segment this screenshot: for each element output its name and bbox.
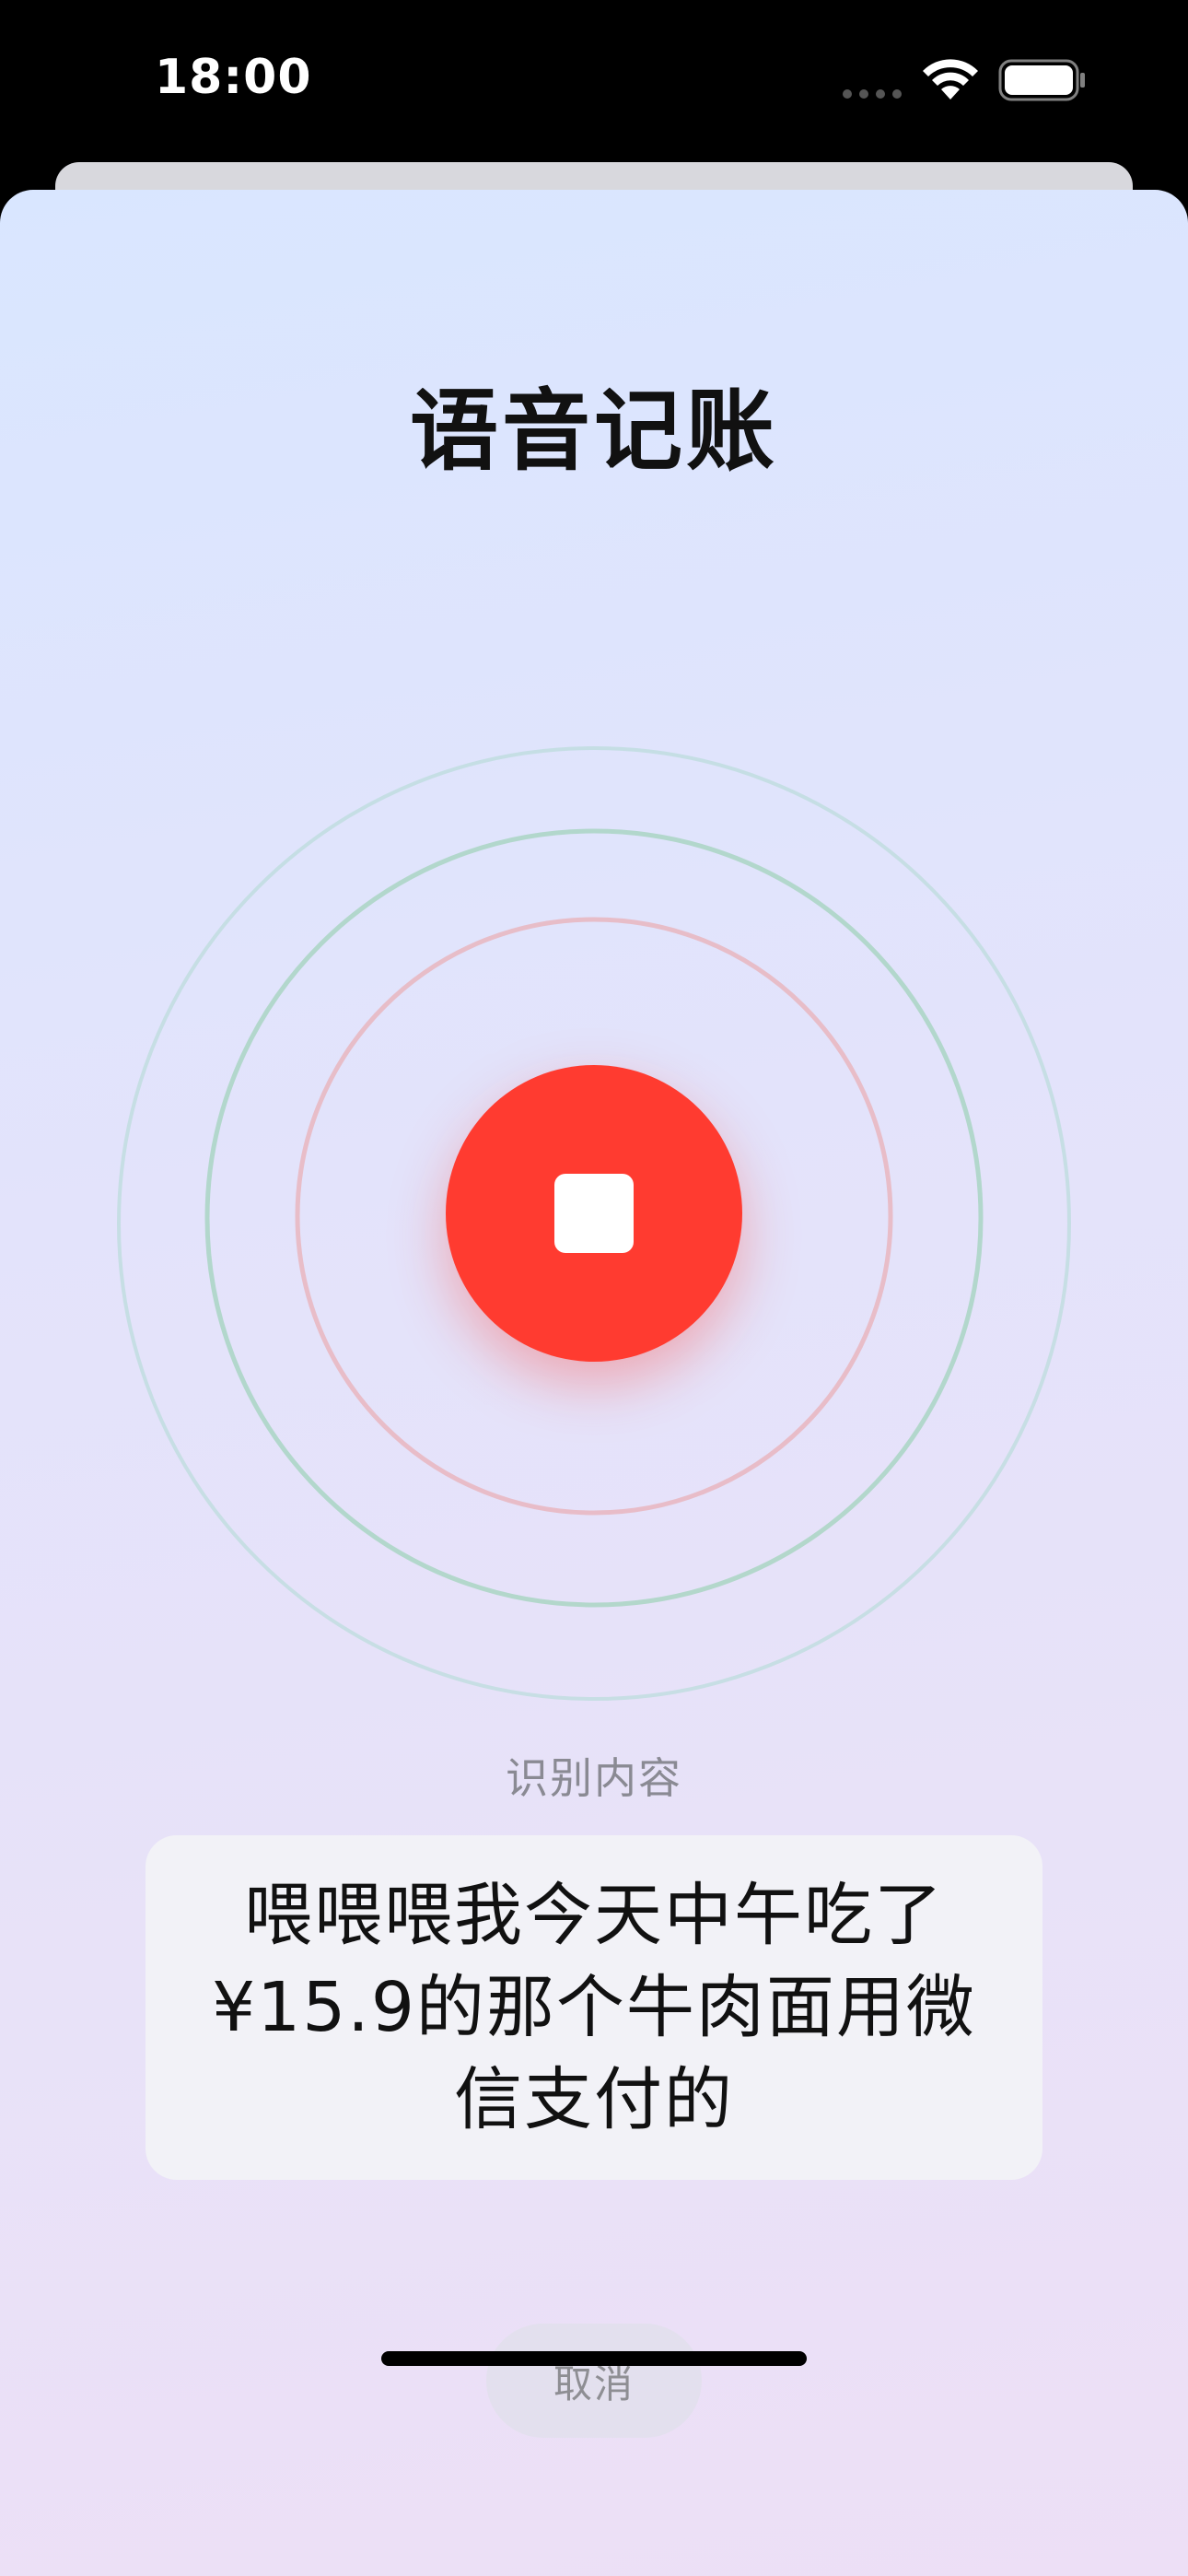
voice-entry-sheet: 语音记账 识别内容 喂喂喂我今天中午吃了¥15.9的那个牛肉面用微信支付的 取消 [0, 190, 1188, 2576]
recognition-box: 喂喂喂我今天中午吃了¥15.9的那个牛肉面用微信支付的 [146, 1835, 1042, 2180]
stop-recording-button[interactable] [446, 1065, 742, 1362]
home-indicator [381, 2351, 807, 2366]
status-time: 18:00 [155, 50, 312, 105]
status-bar: 18:00 [0, 0, 1188, 166]
recognition-text: 喂喂喂我今天中午吃了¥15.9的那个牛肉面用微信支付的 [212, 1876, 976, 2139]
cancel-button[interactable]: 取消 [486, 2324, 702, 2438]
battery-icon [998, 59, 1085, 101]
stop-icon [554, 1174, 634, 1253]
page-title: 语音记账 [410, 380, 778, 483]
sound-wave-rings [117, 746, 1071, 1701]
wifi-icon [923, 59, 978, 100]
signal-dots-icon [843, 89, 902, 99]
screen: 18:00 语音记账 识别内容 喂喂喂我今天中午吃了¥15.9的那个牛肉面用微信… [0, 0, 1188, 2576]
recognition-label: 识别内容 [506, 1753, 682, 1803]
